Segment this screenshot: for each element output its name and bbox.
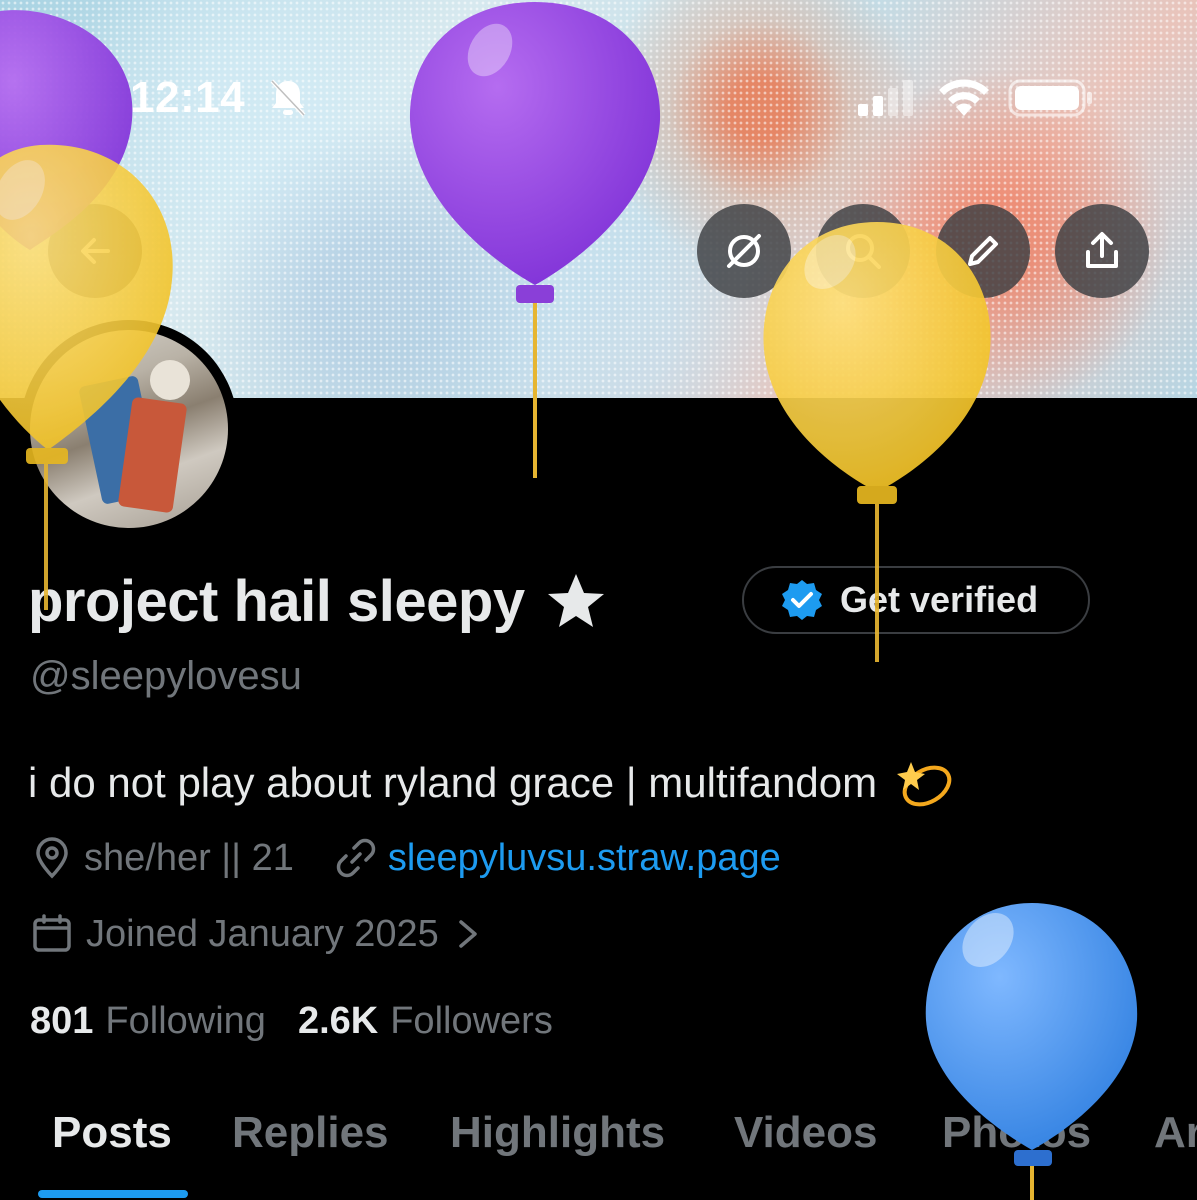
follow-stats: 801 Following 2.6K Followers xyxy=(30,1000,585,1043)
location-text: she/her || 21 xyxy=(84,836,294,879)
tab-posts[interactable]: Posts xyxy=(52,1108,172,1158)
star-icon xyxy=(547,573,604,627)
profile-meta-row: she/her || 21 sleepyluvsu.straw.page xyxy=(30,836,781,880)
grok-icon xyxy=(727,234,761,268)
avatar-image xyxy=(30,330,228,528)
dizzy-emoji-icon xyxy=(897,762,952,807)
battery-icon xyxy=(1008,79,1092,117)
status-time: 12:14 xyxy=(130,73,246,122)
grok-button[interactable] xyxy=(697,204,791,298)
profile-tabs: Posts Replies Highlights Videos Photos A… xyxy=(0,1104,1197,1200)
tab-articles[interactable]: Ar xyxy=(1154,1108,1197,1158)
following-count[interactable]: 801 xyxy=(30,1000,93,1043)
followers-label[interactable]: Followers xyxy=(390,1000,553,1043)
get-verified-button[interactable]: Get verified xyxy=(742,566,1090,634)
name-row: project hail sleepy xyxy=(28,568,607,635)
joined-date: Joined January 2025 xyxy=(86,912,439,955)
edit-button[interactable] xyxy=(936,204,1030,298)
share-button[interactable] xyxy=(1055,204,1149,298)
tab-photos[interactable]: Photos xyxy=(942,1108,1091,1158)
website-link[interactable]: sleepyluvsu.straw.page xyxy=(388,837,781,880)
search-button[interactable] xyxy=(816,204,910,298)
wifi-icon xyxy=(939,79,989,116)
back-arrow-icon xyxy=(81,238,110,264)
signal-icon xyxy=(858,80,913,116)
tab-videos[interactable]: Videos xyxy=(734,1108,877,1158)
location-pin-icon xyxy=(36,837,68,879)
link-icon xyxy=(336,838,376,878)
back-button[interactable] xyxy=(48,204,142,298)
active-tab-indicator xyxy=(38,1190,188,1198)
following-label[interactable]: Following xyxy=(105,1000,266,1043)
status-bar: 12:14 xyxy=(0,0,1197,200)
bio-text: i do not play about ryland grace | multi… xyxy=(28,759,878,806)
display-name: project hail sleepy xyxy=(28,569,525,634)
bio: i do not play about ryland grace | multi… xyxy=(28,752,955,814)
chevron-right-icon xyxy=(459,920,477,948)
tab-highlights[interactable]: Highlights xyxy=(450,1108,665,1158)
edit-pencil-icon xyxy=(968,236,998,266)
followers-count[interactable]: 2.6K xyxy=(298,1000,378,1043)
share-icon xyxy=(1086,232,1118,268)
avatar[interactable] xyxy=(20,320,238,538)
tab-replies[interactable]: Replies xyxy=(232,1108,389,1158)
joined-row[interactable]: Joined January 2025 xyxy=(30,912,495,956)
verified-badge-icon xyxy=(782,580,822,620)
bell-off-icon xyxy=(270,79,306,117)
get-verified-label: Get verified xyxy=(840,579,1039,620)
calendar-icon xyxy=(33,914,71,952)
user-handle: @sleepylovesu xyxy=(30,654,302,698)
search-icon xyxy=(846,234,881,269)
